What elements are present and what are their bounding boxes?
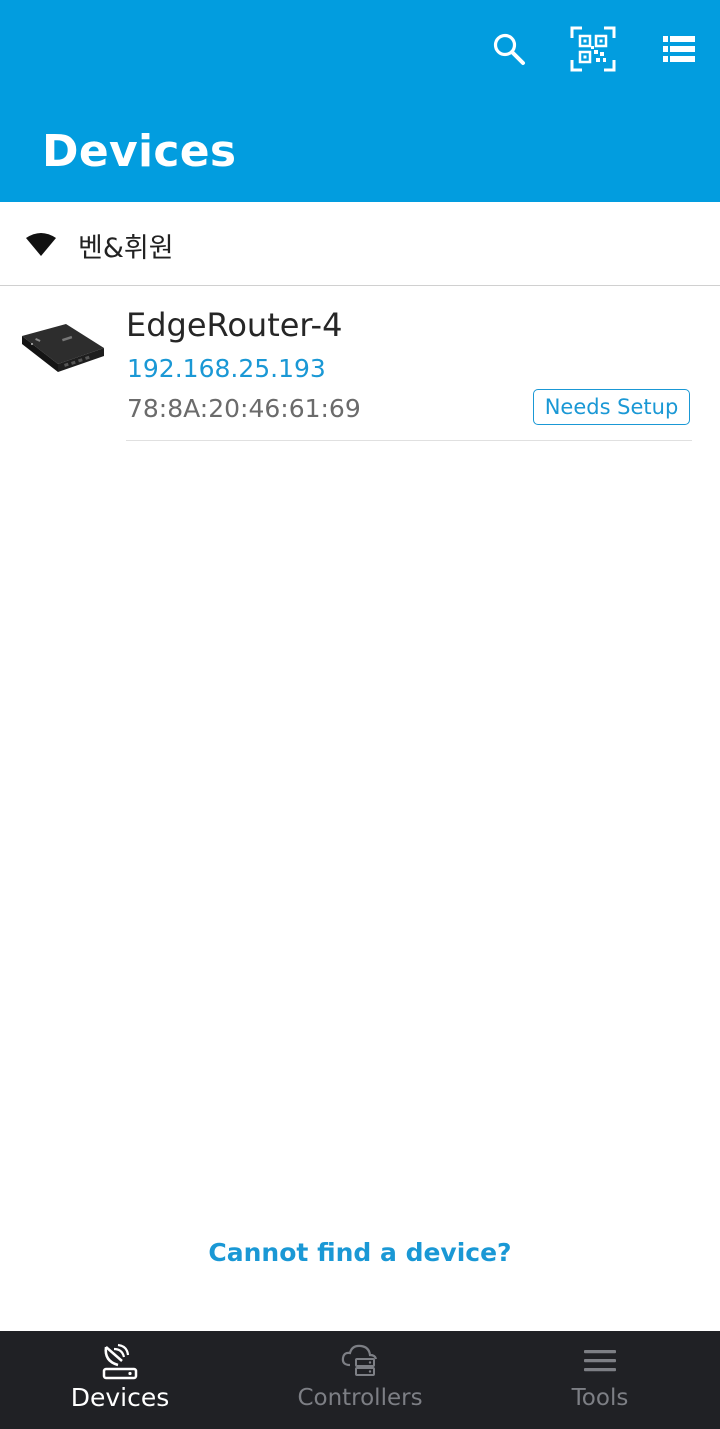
tab-tools-label: Tools (571, 1385, 629, 1411)
page-title: Devices (42, 126, 237, 177)
qr-code-icon (570, 26, 616, 72)
divider (126, 440, 692, 441)
needs-setup-badge[interactable]: Needs Setup (533, 389, 690, 425)
list-view-button[interactable] (652, 22, 706, 76)
tab-devices-label: Devices (70, 1383, 170, 1412)
tab-controllers-label: Controllers (297, 1385, 423, 1411)
network-bar[interactable]: 벤&휘원 (0, 202, 720, 286)
list-view-icon (663, 36, 695, 62)
wifi-icon (26, 233, 56, 256)
network-name: 벤&휘원 (78, 233, 174, 264)
search-button[interactable] (482, 22, 536, 76)
device-ip: 192.168.25.193 (127, 354, 326, 383)
qr-scan-button[interactable] (566, 22, 620, 76)
search-icon (493, 33, 525, 65)
tab-devices[interactable]: Devices (0, 1331, 240, 1429)
tab-tools[interactable]: Tools (480, 1331, 720, 1429)
device-name: EdgeRouter-4 (126, 306, 343, 344)
device-list-item[interactable]: EdgeRouter-4 192.168.25.193 78:8A:20:46:… (0, 286, 720, 442)
device-mac: 78:8A:20:46:61:69 (127, 394, 361, 423)
cloud-controller-icon (341, 1344, 378, 1376)
bottom-navigation: Devices Controllers Tools (0, 1331, 720, 1429)
cannot-find-device-link[interactable]: Cannot find a device? (0, 1238, 720, 1267)
devices-icon (102, 1343, 138, 1380)
tab-controllers[interactable]: Controllers (240, 1331, 480, 1429)
edgerouter-device-image (22, 324, 104, 372)
menu-icon (584, 1350, 616, 1372)
app-bar: Devices (0, 0, 720, 202)
